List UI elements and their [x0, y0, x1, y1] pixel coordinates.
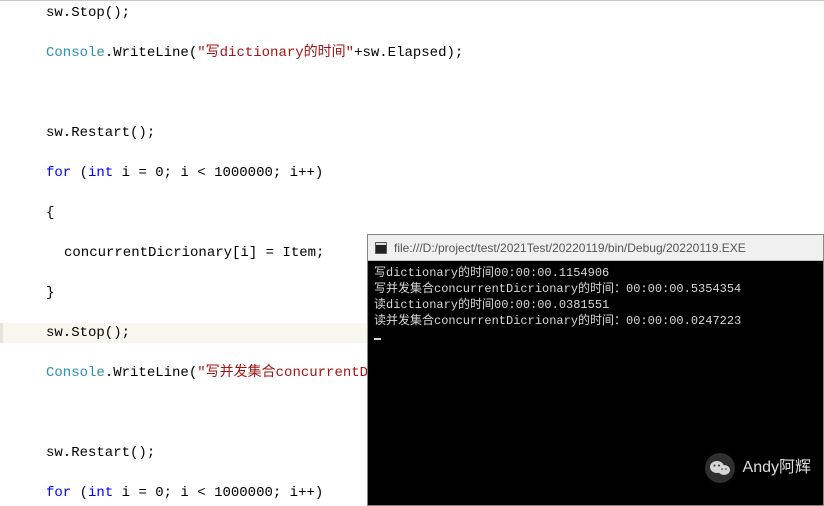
console-icon	[374, 241, 388, 255]
watermark-text: Andy阿辉	[743, 460, 811, 476]
wechat-icon	[705, 453, 735, 483]
console-output: 写dictionary的时间00:00:00.1154906 写并发集合conc…	[368, 261, 823, 349]
console-titlebar[interactable]: file:///D:/project/test/2021Test/2022011…	[368, 235, 823, 261]
console-title: file:///D:/project/test/2021Test/2022011…	[394, 240, 746, 256]
console-window: file:///D:/project/test/2021Test/2022011…	[367, 234, 824, 506]
watermark: Andy阿辉	[705, 453, 811, 483]
console-cursor	[374, 338, 381, 340]
